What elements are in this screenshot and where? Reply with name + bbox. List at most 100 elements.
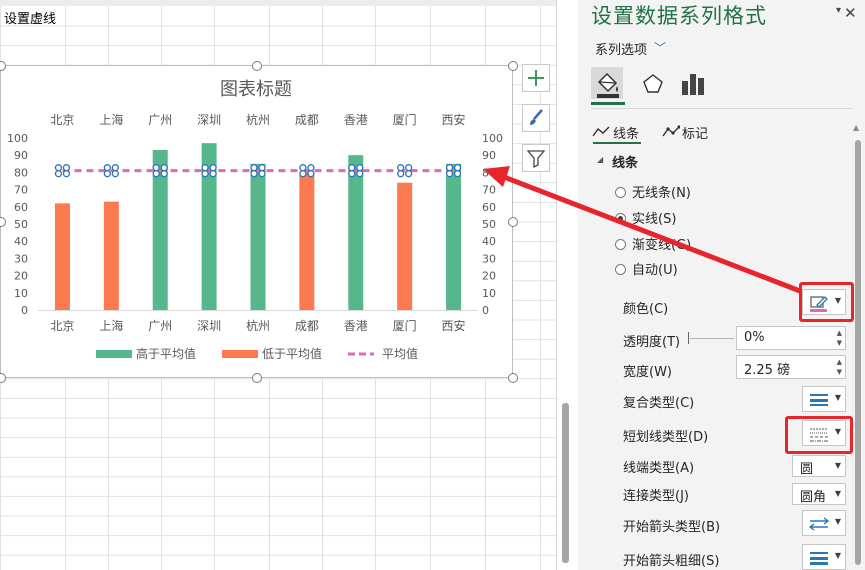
chart-filters-button[interactable] [522, 144, 550, 172]
y-axis-tick-label: 10 [14, 287, 28, 300]
bar-below-average[interactable] [397, 182, 413, 310]
radio-icon[interactable] [615, 213, 626, 224]
spin-up-icon[interactable]: ▲ [837, 329, 842, 337]
y2-axis-tick-label: 70 [482, 184, 496, 197]
y-axis-tick-label: 50 [14, 218, 28, 231]
compound-type-dropdown[interactable]: ▼ [802, 386, 846, 412]
top-axis-tick-label: 西安 [442, 112, 466, 127]
selection-dot [258, 164, 266, 172]
bottom-axis-tick-label: 上海 [99, 318, 123, 333]
resize-handle-top-right[interactable] [508, 61, 518, 71]
pane-menu-chevron-icon[interactable]: ▾ [836, 5, 841, 16]
top-axis-tick-label: 厦门 [393, 112, 417, 127]
begin-arrow-type-dropdown[interactable]: ▼ [802, 510, 846, 536]
dash-type-callout-box [785, 416, 853, 454]
color-label: 颜色(C) [623, 302, 669, 317]
top-axis-tick-label: 成都 [295, 113, 319, 127]
bottom-axis-tick-label: 成都 [295, 319, 319, 333]
begin-arrow-size-dropdown[interactable]: ▼ [802, 544, 846, 570]
radio-icon[interactable] [615, 264, 626, 275]
y-axis-tick-label: 70 [14, 184, 28, 197]
tab-line[interactable]: 线条 [613, 123, 639, 142]
cap-type-dropdown[interactable]: 圆 ▼ [792, 455, 846, 477]
selection-dot [152, 164, 160, 172]
top-axis-tick-label: 深圳 [197, 113, 221, 127]
transparency-input[interactable]: 0% ▲ ▼ [736, 326, 846, 350]
top-axis-tick-label: 杭州 [246, 112, 270, 127]
bar-below-average[interactable] [103, 201, 119, 310]
bottom-axis-tick-label: 西安 [442, 318, 466, 333]
selection-dot [111, 170, 119, 178]
bar-below-average[interactable] [54, 203, 70, 310]
section-line-header[interactable]: 线条 [612, 152, 638, 171]
chevron-down-icon[interactable]: ﹀ [654, 39, 666, 56]
transparency-slider-track[interactable] [690, 338, 734, 339]
effects-pentagon-icon[interactable] [636, 67, 668, 99]
resize-handle-right[interactable] [508, 217, 518, 227]
resize-handle-bottom-right[interactable] [508, 373, 518, 383]
resize-handle-top[interactable] [252, 61, 262, 71]
arrow-size-icon [810, 552, 828, 565]
caret-down-icon: ▼ [834, 489, 841, 498]
series-options-dropdown[interactable]: 系列选项 [595, 39, 647, 58]
width-label: 宽度(W) [623, 365, 672, 380]
spin-down-icon[interactable]: ▼ [837, 339, 842, 347]
spin-down-icon[interactable]: ▼ [837, 368, 842, 376]
caret-down-icon: ▼ [834, 461, 841, 470]
filter-icon [526, 150, 546, 169]
radio-icon[interactable] [615, 187, 626, 198]
join-type-label: 连接类型(J) [623, 489, 689, 504]
radio-icon[interactable] [615, 239, 626, 250]
plus-icon [528, 70, 544, 86]
bottom-axis-tick-label: 香港 [344, 319, 368, 333]
marker-tab-icon [662, 125, 680, 137]
y2-axis-tick-label: 40 [482, 235, 496, 248]
collapse-triangle-icon[interactable]: ◢ [597, 155, 603, 164]
series-options-chart-icon[interactable] [676, 67, 708, 99]
radio-automatic[interactable]: 自动(U) [615, 259, 678, 278]
radio-solid-line[interactable]: 实线(S) [615, 208, 676, 227]
cell-a1-text[interactable]: 设置虚线 [4, 8, 56, 27]
selection-dot [405, 170, 413, 178]
sheet-vertical-scrollbar[interactable] [562, 403, 569, 563]
y-axis-tick-label: 60 [14, 201, 28, 214]
selection-dot [103, 164, 111, 172]
transparency-label: 透明度(T) [623, 335, 681, 350]
dash-type-label: 短划线类型(D) [623, 430, 709, 445]
y2-axis-tick-label: 90 [482, 149, 496, 162]
close-icon[interactable]: ✕ [844, 4, 857, 22]
spin-up-icon[interactable]: ▲ [837, 358, 842, 366]
join-type-dropdown[interactable]: 圆角 ▼ [792, 483, 846, 505]
caret-down-icon: ▼ [834, 393, 841, 402]
width-input[interactable]: 2.25 磅 ▲ ▼ [736, 355, 846, 379]
cap-type-label: 线端类型(A) [623, 461, 695, 476]
pane-scrollbar-thumb[interactable] [855, 140, 861, 565]
brush-icon [530, 109, 543, 125]
selection-dot [453, 164, 462, 172]
chart-canvas[interactable]: 图表标题北京 上海 广州 深圳 杭州 成都 香港 厦门 西安北京 上海 广州 深圳 杭州 成都 香港 厦门 西安… [0, 65, 513, 378]
radio-gradient-line[interactable]: 渐变线(G) [615, 234, 691, 253]
bottom-axis-tick-label: 深圳 [197, 319, 221, 333]
bar-below-average[interactable] [299, 172, 315, 310]
chart-styles-button[interactable] [522, 104, 550, 132]
selection-dot [258, 170, 266, 178]
transparency-slider-thumb[interactable] [688, 332, 689, 344]
radio-no-line[interactable]: 无线条(N) [615, 182, 691, 201]
chart-elements-button[interactable] [522, 64, 550, 92]
scroll-up-icon[interactable]: ▲ [853, 123, 859, 132]
bottom-axis-tick-label: 广州 [148, 319, 172, 333]
subtab-underline [593, 142, 641, 144]
arrow-type-icon [809, 517, 829, 531]
y2-axis-tick-label: 80 [482, 166, 496, 179]
resize-handle-bottom[interactable] [252, 373, 262, 383]
bar-above-average[interactable] [250, 163, 266, 310]
fill-line-icon[interactable] [591, 67, 623, 99]
tab-marker[interactable]: 标记 [682, 123, 708, 142]
y2-axis-tick-label: 50 [482, 218, 496, 231]
chart-title[interactable]: 图表标题 [220, 79, 292, 100]
bar-above-average[interactable] [348, 155, 364, 310]
selection-dot [160, 170, 168, 178]
bar-above-average[interactable] [446, 163, 462, 310]
pane-divider [591, 108, 853, 109]
y2-axis-tick-label: 20 [482, 270, 496, 283]
